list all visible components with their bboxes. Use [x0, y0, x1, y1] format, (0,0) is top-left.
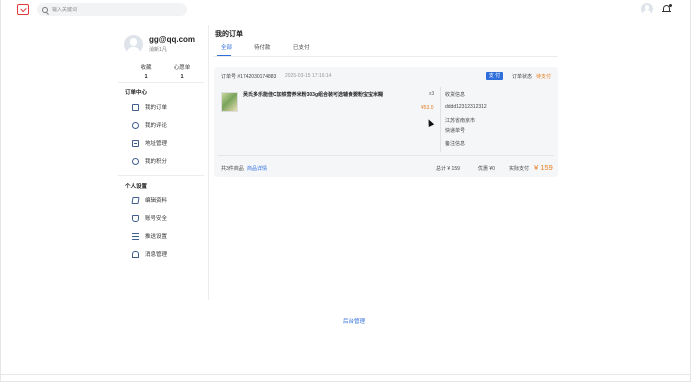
- sidebar-item-label: 地址管理: [145, 141, 168, 147]
- edit-icon: [131, 196, 140, 204]
- product-detail-link[interactable]: 商品详情: [247, 165, 267, 172]
- bell-icon[interactable]: [662, 4, 672, 14]
- product-price: ¥53.0: [421, 105, 434, 111]
- search-input[interactable]: [52, 6, 172, 13]
- notification-dot: [668, 4, 672, 7]
- admin-link[interactable]: 后台管理: [343, 317, 365, 325]
- divider: [213, 56, 558, 57]
- order-card: 订单号 #1742030174883 2025-03-15 17:16:14 支…: [214, 67, 558, 177]
- user-email: gg@qq.com: [149, 35, 196, 44]
- sidebar-item-label: 消息管理: [145, 252, 168, 258]
- stat-value: 1: [144, 74, 148, 80]
- order-time: 2025-03-15 17:16:14: [285, 73, 332, 79]
- points-icon: [132, 157, 139, 165]
- actual-payment-value: ¥ 159: [534, 163, 553, 172]
- sidebar-item-label: 我的积分: [145, 159, 168, 165]
- receiver-address: 江苏省南京市: [445, 118, 476, 124]
- order-center-title: 订单中心: [125, 90, 148, 96]
- tab-all[interactable]: 全部: [221, 43, 232, 51]
- security-icon: [132, 214, 139, 222]
- sidebar-item-label: 我的评论: [145, 123, 168, 129]
- stat-favorites[interactable]: 收藏 1: [131, 63, 161, 80]
- stat-wishlist[interactable]: 心愿单 1: [167, 63, 197, 80]
- sidebar-item-messages[interactable]: 消息管理: [132, 249, 167, 259]
- actual-payment-label: 实际支付: [509, 166, 530, 172]
- sidebar-item-my-orders[interactable]: 我的订单: [132, 102, 167, 112]
- divider: [218, 155, 554, 156]
- order-icon: [132, 103, 139, 111]
- receiver-name: dddd12312312312: [445, 104, 487, 110]
- sidebar-item-label: 推送设置: [145, 234, 168, 240]
- sidebar-item-edit-profile[interactable]: 编辑资料: [131, 195, 168, 205]
- sidebar: gg@qq.com 消新1凡 收藏 1 心愿单 1 订单中心 我的订单 我的评论…: [113, 25, 209, 300]
- sidebar-item-my-comments[interactable]: 我的评论: [132, 120, 167, 130]
- stat-value: 1: [180, 74, 184, 80]
- logo-icon[interactable]: [17, 4, 29, 15]
- order-number: 订单号 #1742030174883: [221, 74, 277, 80]
- sidebar-item-points[interactable]: 我的积分: [132, 156, 167, 166]
- remark-label: 备注信息: [445, 141, 466, 147]
- sidebar-item-label: 我的订单: [145, 105, 168, 111]
- user-level: 消新1凡: [149, 47, 167, 53]
- product-quantity: x3: [429, 91, 435, 97]
- order-status-value: 待支付: [536, 74, 552, 80]
- order-discount: 优惠 ¥0: [478, 166, 495, 172]
- page-title: 我的订单: [215, 31, 243, 38]
- express-number-label: 快递单号: [445, 128, 466, 134]
- tab-pending-payment[interactable]: 待付款: [254, 43, 271, 51]
- search-icon: [42, 6, 48, 13]
- header-avatar[interactable]: [641, 3, 653, 15]
- product-image[interactable]: [221, 92, 238, 112]
- address-icon: [132, 139, 139, 147]
- divider: [118, 82, 204, 83]
- sidebar-item-push-settings[interactable]: 推送设置: [132, 231, 167, 241]
- stat-label: 心愿单: [173, 65, 191, 71]
- tab-paid[interactable]: 已支付: [293, 43, 310, 51]
- divider: [118, 175, 204, 176]
- message-icon: [132, 250, 139, 258]
- sidebar-item-address[interactable]: 地址管理: [132, 138, 167, 148]
- divider: [0, 374, 691, 375]
- order-status-label: 订单状态: [512, 74, 533, 80]
- divider: [440, 87, 441, 152]
- product-name[interactable]: 吴氏多乐能佳C加铁营养米粉303g组合装可选辅食婴粉宝宝米糊: [243, 91, 383, 98]
- settings-title: 个人设置: [125, 184, 148, 190]
- receiver-info-title: 收货信息: [445, 92, 466, 98]
- item-count: 共3件商品: [221, 166, 244, 172]
- pay-button[interactable]: 支 付: [486, 72, 503, 80]
- sidebar-item-account-security[interactable]: 账号安全: [132, 213, 167, 223]
- sidebar-item-label: 编辑资料: [145, 198, 168, 204]
- stat-label: 收藏: [140, 65, 152, 71]
- search-bar[interactable]: [37, 3, 187, 16]
- push-settings-icon: [132, 232, 139, 240]
- avatar[interactable]: [124, 35, 143, 54]
- comment-icon: [132, 121, 139, 129]
- sidebar-item-label: 账号安全: [145, 216, 168, 222]
- order-total: 总计 ¥ 159: [436, 166, 460, 172]
